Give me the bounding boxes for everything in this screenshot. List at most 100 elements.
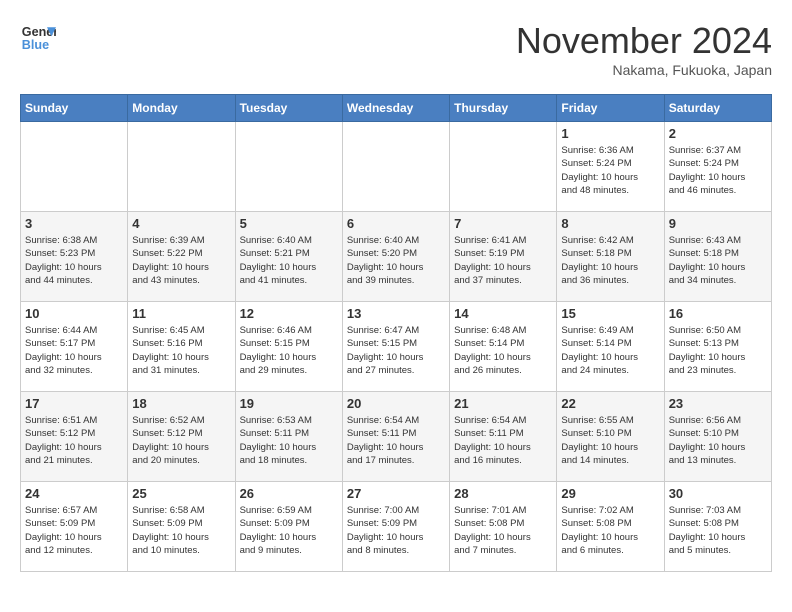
weekday-header: Wednesday <box>342 95 449 122</box>
day-info: Sunrise: 6:51 AM Sunset: 5:12 PM Dayligh… <box>25 414 123 467</box>
day-number: 19 <box>240 396 338 411</box>
day-number: 14 <box>454 306 552 321</box>
calendar-cell: 17 Sunrise: 6:51 AM Sunset: 5:12 PM Dayli… <box>21 392 128 482</box>
day-info: Sunrise: 6:56 AM Sunset: 5:10 PM Dayligh… <box>669 414 767 467</box>
day-info: Sunrise: 7:01 AM Sunset: 5:08 PM Dayligh… <box>454 504 552 557</box>
day-info: Sunrise: 7:03 AM Sunset: 5:08 PM Dayligh… <box>669 504 767 557</box>
calendar-cell: 26 Sunrise: 6:59 AM Sunset: 5:09 PM Dayli… <box>235 482 342 572</box>
day-number: 8 <box>561 216 659 231</box>
weekday-header: Thursday <box>450 95 557 122</box>
calendar-cell <box>450 122 557 212</box>
calendar-cell: 5 Sunrise: 6:40 AM Sunset: 5:21 PM Daylig… <box>235 212 342 302</box>
calendar-week-row: 3 Sunrise: 6:38 AM Sunset: 5:23 PM Daylig… <box>21 212 772 302</box>
day-info: Sunrise: 6:39 AM Sunset: 5:22 PM Dayligh… <box>132 234 230 287</box>
weekday-header: Friday <box>557 95 664 122</box>
day-number: 17 <box>25 396 123 411</box>
calendar-table: SundayMondayTuesdayWednesdayThursdayFrid… <box>20 94 772 572</box>
day-number: 22 <box>561 396 659 411</box>
day-number: 3 <box>25 216 123 231</box>
day-number: 27 <box>347 486 445 501</box>
day-info: Sunrise: 6:40 AM Sunset: 5:21 PM Dayligh… <box>240 234 338 287</box>
calendar-cell: 29Sunrise: 7:02 AM Sunset: 5:08 PM Dayli… <box>557 482 664 572</box>
day-info: Sunrise: 6:59 AM Sunset: 5:09 PM Dayligh… <box>240 504 338 557</box>
calendar-cell: 22 Sunrise: 6:55 AM Sunset: 5:10 PM Dayli… <box>557 392 664 482</box>
calendar-cell: 3 Sunrise: 6:38 AM Sunset: 5:23 PM Daylig… <box>21 212 128 302</box>
day-info: Sunrise: 6:46 AM Sunset: 5:15 PM Dayligh… <box>240 324 338 377</box>
day-info: Sunrise: 6:36 AM Sunset: 5:24 PM Dayligh… <box>561 144 659 197</box>
calendar-cell: 23 Sunrise: 6:56 AM Sunset: 5:10 PM Dayli… <box>664 392 771 482</box>
day-number: 7 <box>454 216 552 231</box>
calendar-cell: 28 Sunrise: 7:01 AM Sunset: 5:08 PM Dayli… <box>450 482 557 572</box>
calendar-cell: 27 Sunrise: 7:00 AM Sunset: 5:09 PM Dayli… <box>342 482 449 572</box>
calendar-cell: 1Sunrise: 6:36 AM Sunset: 5:24 PM Daylig… <box>557 122 664 212</box>
calendar-cell: 13 Sunrise: 6:47 AM Sunset: 5:15 PM Dayli… <box>342 302 449 392</box>
day-info: Sunrise: 6:47 AM Sunset: 5:15 PM Dayligh… <box>347 324 445 377</box>
day-info: Sunrise: 7:00 AM Sunset: 5:09 PM Dayligh… <box>347 504 445 557</box>
day-number: 5 <box>240 216 338 231</box>
weekday-header: Saturday <box>664 95 771 122</box>
title-block: November 2024 Nakama, Fukuoka, Japan <box>516 20 772 78</box>
calendar-cell: 19 Sunrise: 6:53 AM Sunset: 5:11 PM Dayli… <box>235 392 342 482</box>
day-info: Sunrise: 6:54 AM Sunset: 5:11 PM Dayligh… <box>454 414 552 467</box>
day-info: Sunrise: 6:38 AM Sunset: 5:23 PM Dayligh… <box>25 234 123 287</box>
calendar-cell: 15 Sunrise: 6:49 AM Sunset: 5:14 PM Dayli… <box>557 302 664 392</box>
calendar-header: SundayMondayTuesdayWednesdayThursdayFrid… <box>21 95 772 122</box>
day-number: 30 <box>669 486 767 501</box>
day-number: 23 <box>669 396 767 411</box>
calendar-cell: 21 Sunrise: 6:54 AM Sunset: 5:11 PM Dayli… <box>450 392 557 482</box>
calendar-cell: 16Sunrise: 6:50 AM Sunset: 5:13 PM Dayli… <box>664 302 771 392</box>
calendar-cell: 24Sunrise: 6:57 AM Sunset: 5:09 PM Dayli… <box>21 482 128 572</box>
location: Nakama, Fukuoka, Japan <box>516 62 772 78</box>
calendar-cell <box>342 122 449 212</box>
logo: General Blue <box>20 20 56 56</box>
day-info: Sunrise: 6:57 AM Sunset: 5:09 PM Dayligh… <box>25 504 123 557</box>
day-number: 15 <box>561 306 659 321</box>
day-number: 26 <box>240 486 338 501</box>
day-info: Sunrise: 6:40 AM Sunset: 5:20 PM Dayligh… <box>347 234 445 287</box>
day-number: 10 <box>25 306 123 321</box>
day-info: Sunrise: 6:52 AM Sunset: 5:12 PM Dayligh… <box>132 414 230 467</box>
day-number: 28 <box>454 486 552 501</box>
day-info: Sunrise: 6:43 AM Sunset: 5:18 PM Dayligh… <box>669 234 767 287</box>
calendar-cell: 6 Sunrise: 6:40 AM Sunset: 5:20 PM Daylig… <box>342 212 449 302</box>
day-info: Sunrise: 6:53 AM Sunset: 5:11 PM Dayligh… <box>240 414 338 467</box>
day-info: Sunrise: 6:42 AM Sunset: 5:18 PM Dayligh… <box>561 234 659 287</box>
logo-icon: General Blue <box>20 20 56 56</box>
day-number: 21 <box>454 396 552 411</box>
calendar-cell: 25 Sunrise: 6:58 AM Sunset: 5:09 PM Dayli… <box>128 482 235 572</box>
day-info: Sunrise: 6:45 AM Sunset: 5:16 PM Dayligh… <box>132 324 230 377</box>
calendar-week-row: 17 Sunrise: 6:51 AM Sunset: 5:12 PM Dayli… <box>21 392 772 482</box>
day-number: 18 <box>132 396 230 411</box>
day-info: Sunrise: 6:37 AM Sunset: 5:24 PM Dayligh… <box>669 144 767 197</box>
svg-text:Blue: Blue <box>22 38 49 52</box>
calendar-cell: 30 Sunrise: 7:03 AM Sunset: 5:08 PM Dayli… <box>664 482 771 572</box>
calendar-cell: 7 Sunrise: 6:41 AM Sunset: 5:19 PM Daylig… <box>450 212 557 302</box>
calendar-cell <box>235 122 342 212</box>
weekday-header: Monday <box>128 95 235 122</box>
day-info: Sunrise: 6:54 AM Sunset: 5:11 PM Dayligh… <box>347 414 445 467</box>
calendar-cell: 12 Sunrise: 6:46 AM Sunset: 5:15 PM Dayli… <box>235 302 342 392</box>
day-number: 29 <box>561 486 659 501</box>
day-number: 20 <box>347 396 445 411</box>
day-info: Sunrise: 6:55 AM Sunset: 5:10 PM Dayligh… <box>561 414 659 467</box>
calendar-cell <box>21 122 128 212</box>
month-title: November 2024 <box>516 20 772 62</box>
day-number: 4 <box>132 216 230 231</box>
day-info: Sunrise: 6:58 AM Sunset: 5:09 PM Dayligh… <box>132 504 230 557</box>
calendar-cell: 18 Sunrise: 6:52 AM Sunset: 5:12 PM Dayli… <box>128 392 235 482</box>
page-header: General Blue November 2024 Nakama, Fukuo… <box>20 20 772 78</box>
day-number: 6 <box>347 216 445 231</box>
day-number: 2 <box>669 126 767 141</box>
day-number: 12 <box>240 306 338 321</box>
day-info: Sunrise: 6:49 AM Sunset: 5:14 PM Dayligh… <box>561 324 659 377</box>
day-info: Sunrise: 6:41 AM Sunset: 5:19 PM Dayligh… <box>454 234 552 287</box>
day-number: 25 <box>132 486 230 501</box>
calendar-cell: 14Sunrise: 6:48 AM Sunset: 5:14 PM Dayli… <box>450 302 557 392</box>
calendar-cell: 9 Sunrise: 6:43 AM Sunset: 5:18 PM Daylig… <box>664 212 771 302</box>
calendar-week-row: 24Sunrise: 6:57 AM Sunset: 5:09 PM Dayli… <box>21 482 772 572</box>
calendar-cell: 4 Sunrise: 6:39 AM Sunset: 5:22 PM Daylig… <box>128 212 235 302</box>
calendar-cell: 10Sunrise: 6:44 AM Sunset: 5:17 PM Dayli… <box>21 302 128 392</box>
weekday-header: Sunday <box>21 95 128 122</box>
day-number: 9 <box>669 216 767 231</box>
day-number: 13 <box>347 306 445 321</box>
